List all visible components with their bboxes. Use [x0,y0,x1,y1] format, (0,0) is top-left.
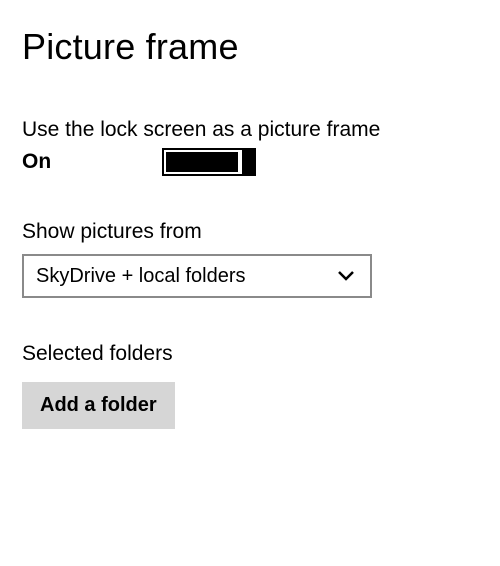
lockscreen-frame-toggle[interactable] [162,148,256,176]
add-folder-button[interactable]: Add a folder [22,382,175,429]
toggle-row: On [22,148,478,176]
selected-folders-label: Selected folders [22,342,478,366]
show-pictures-label: Show pictures from [22,220,478,244]
setting-lockscreen-frame-label: Use the lock screen as a picture frame [22,118,478,142]
setting-show-pictures: Show pictures from SkyDrive + local fold… [22,220,478,298]
setting-selected-folders: Selected folders Add a folder [22,342,478,429]
dropdown-selected-value: SkyDrive + local folders [36,265,246,288]
toggle-thumb [242,148,256,176]
chevron-down-icon [338,271,354,281]
show-pictures-dropdown[interactable]: SkyDrive + local folders [22,254,372,298]
toggle-fill [166,152,238,172]
page-title: Picture frame [22,26,478,68]
setting-lockscreen-frame: Use the lock screen as a picture frame O… [22,118,478,176]
toggle-state-text: On [22,150,162,174]
